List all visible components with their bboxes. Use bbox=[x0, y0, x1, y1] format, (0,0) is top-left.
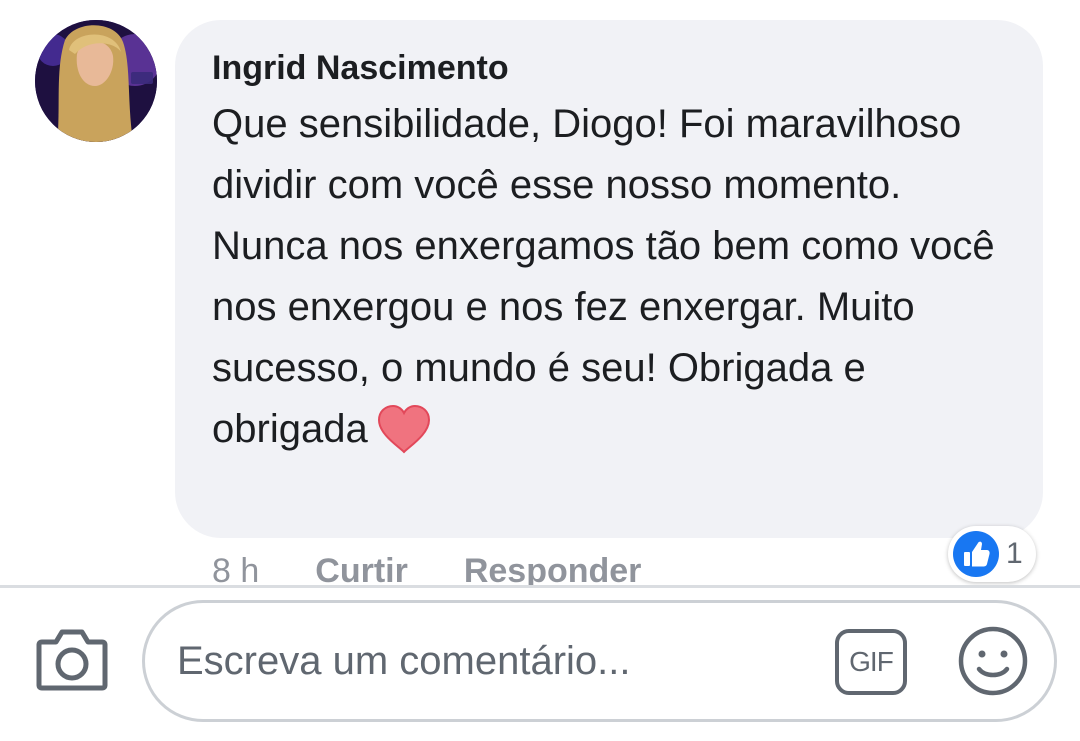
smiley-icon[interactable] bbox=[957, 625, 1029, 697]
comment-text: Que sensibilidade, Diogo! Foi maravilhos… bbox=[212, 102, 995, 451]
avatar-photo bbox=[35, 20, 157, 142]
comment-input-box[interactable]: GIF bbox=[142, 600, 1057, 722]
heart-icon bbox=[376, 404, 432, 472]
comment-composer: GIF bbox=[0, 588, 1080, 741]
comment-author[interactable]: Ingrid Nascimento bbox=[212, 46, 1007, 90]
reaction-count: 1 bbox=[1006, 537, 1023, 570]
camera-icon[interactable] bbox=[36, 626, 108, 692]
comment-actions: 8 h Curtir Responder bbox=[212, 546, 641, 586]
gif-button[interactable]: GIF bbox=[835, 629, 907, 695]
thumbs-up-icon bbox=[953, 531, 999, 577]
comment-screen: Ingrid Nascimento Que sensibilidade, Dio… bbox=[0, 0, 1080, 741]
like-button[interactable]: Curtir bbox=[315, 552, 408, 586]
reply-button[interactable]: Responder bbox=[464, 552, 642, 586]
avatar[interactable] bbox=[35, 20, 157, 142]
comment-bubble: Ingrid Nascimento Que sensibilidade, Dio… bbox=[175, 20, 1043, 538]
reaction-summary[interactable]: 1 bbox=[948, 526, 1036, 582]
comment-body: Que sensibilidade, Diogo! Foi maravilhos… bbox=[212, 94, 1012, 472]
comment-input[interactable] bbox=[177, 628, 817, 694]
comment-timestamp[interactable]: 8 h bbox=[212, 552, 259, 586]
